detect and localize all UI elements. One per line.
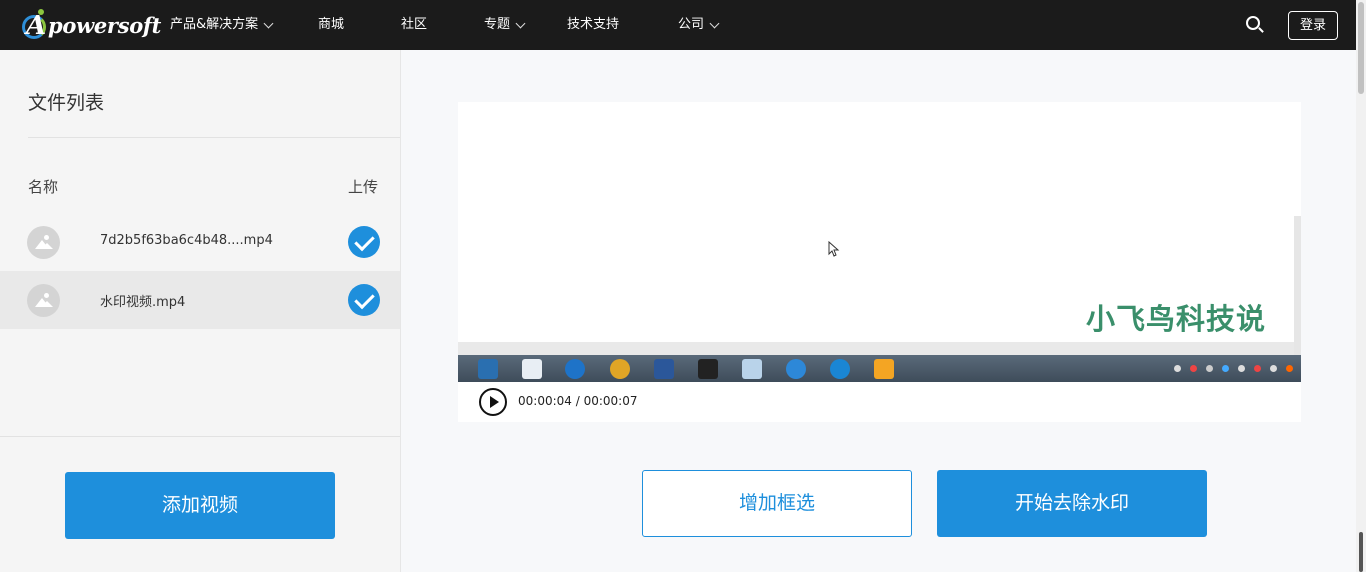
notepad-icon: [742, 359, 762, 379]
scrollbar-thumb[interactable]: [1358, 2, 1364, 94]
watermark-text: 小飞鸟科技说: [1086, 302, 1267, 336]
player-controls: 00:00:04 / 00:00:07: [458, 382, 1301, 422]
nav-topics[interactable]: 专题: [484, 0, 526, 50]
chrome-icon: [610, 359, 630, 379]
nav-community[interactable]: 社区: [401, 0, 427, 50]
page-scrollbar[interactable]: [1356, 0, 1366, 572]
video-frame[interactable]: 小飞鸟科技说: [458, 102, 1301, 382]
upload-check-icon: [348, 226, 380, 258]
apowersoft-logo[interactable]: A powersoft: [20, 7, 161, 43]
image-placeholder-icon: [27, 284, 60, 317]
word-icon: [654, 359, 674, 379]
app-icon: [874, 359, 894, 379]
scrollbar-marker: [1359, 532, 1363, 572]
file-list-panel: 文件列表 名称 上传 7d2b5f63ba6c4b48....mp4 水印视频.…: [0, 50, 401, 572]
top-navbar: A powersoft 产品&解决方案 商城 社区 专题 技术支持 公司 登录: [0, 0, 1356, 50]
chevron-down-icon: [515, 18, 526, 28]
video-player[interactable]: 小飞鸟科技说 00:00:04 / 00:00:07: [458, 102, 1301, 422]
nav-support[interactable]: 技术支持: [567, 0, 619, 50]
browser-icon: [830, 359, 850, 379]
cloud-icon: [786, 359, 806, 379]
file-name: 7d2b5f63ba6c4b48....mp4: [100, 233, 273, 248]
logo-text: powersoft: [48, 12, 162, 38]
image-placeholder-icon: [27, 226, 60, 259]
home-icon: [522, 359, 542, 379]
logo-mark-icon: A: [20, 9, 50, 41]
app-icon: [698, 359, 718, 379]
play-icon[interactable]: [479, 388, 507, 416]
divider: [28, 137, 400, 138]
file-row[interactable]: 7d2b5f63ba6c4b48....mp4: [0, 213, 400, 271]
nav-company[interactable]: 公司: [678, 0, 720, 50]
file-name: 水印视频.mp4: [100, 295, 186, 310]
file-list-title: 文件列表: [28, 92, 105, 114]
timecode: 00:00:04 / 00:00:07: [518, 394, 638, 408]
nav-products[interactable]: 产品&解决方案: [170, 0, 274, 50]
login-button[interactable]: 登录: [1288, 11, 1338, 40]
search-icon[interactable]: [1246, 16, 1264, 34]
start-remove-watermark-button[interactable]: 开始去除水印: [937, 470, 1207, 537]
video-taskbar-image: [458, 355, 1301, 382]
upload-check-icon: [348, 284, 380, 316]
divider: [0, 436, 400, 437]
nav-store[interactable]: 商城: [318, 0, 344, 50]
add-video-button[interactable]: 添加视频: [65, 472, 335, 539]
chevron-down-icon: [263, 18, 274, 28]
column-header-upload: 上传: [348, 178, 379, 196]
sogou-icon: [565, 359, 585, 379]
monitor-icon: [478, 359, 498, 379]
chevron-down-icon: [709, 18, 720, 28]
add-selection-button[interactable]: 增加框选: [642, 470, 912, 537]
file-row-selected[interactable]: 水印视频.mp4: [0, 271, 400, 329]
column-header-name: 名称: [28, 178, 59, 196]
